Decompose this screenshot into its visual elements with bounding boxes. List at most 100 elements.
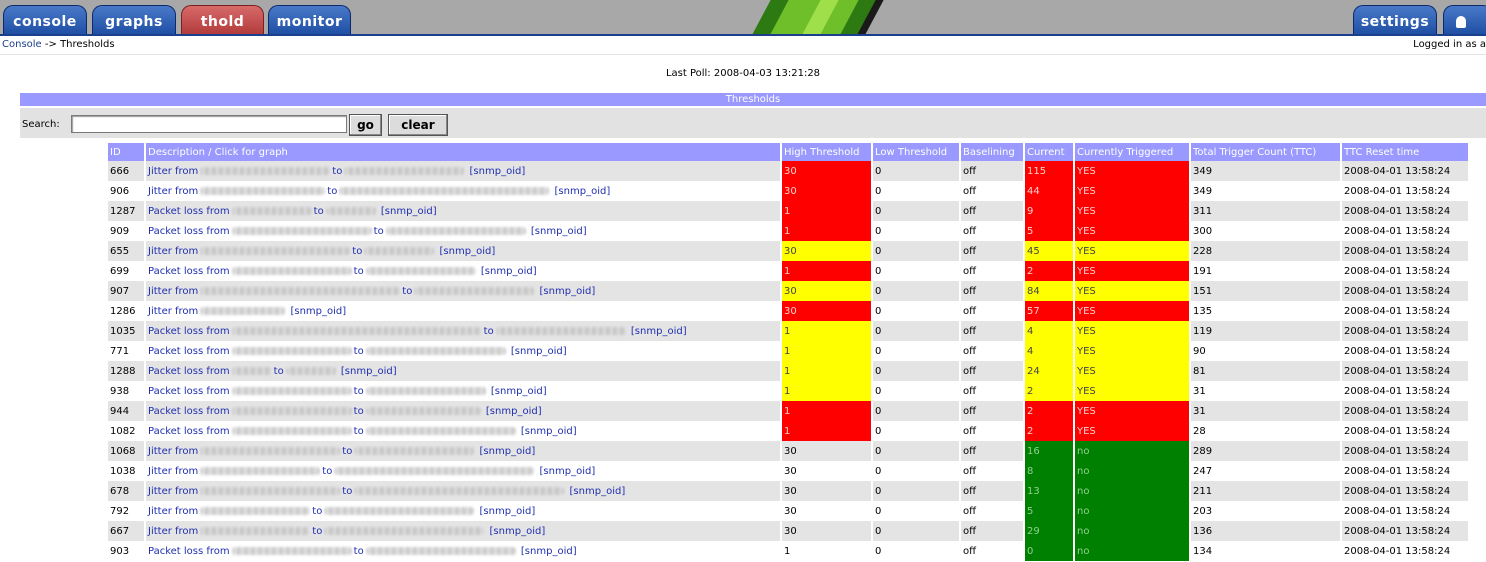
cell-high-threshold: 1 [782, 541, 871, 561]
graph-link[interactable]: Jitter from to [snmp_oid] [148, 526, 545, 537]
cell-id: 1288 [108, 361, 144, 381]
desc-prefix: Jitter from [148, 505, 199, 517]
section-title: Thresholds [725, 94, 781, 105]
graph-link[interactable]: Packet loss from to [snmp_oid] [148, 346, 567, 357]
breadcrumb-console-link[interactable]: Console [2, 39, 42, 50]
cell-baselining: off [961, 161, 1023, 181]
cell-description: Packet loss from to [snmp_oid] [146, 201, 780, 221]
table-row: 1288 Packet loss from to [snmp_oid] 1 0 off 24… [108, 361, 1468, 381]
cell-current: 4 [1025, 321, 1073, 341]
cell-ttc: 134 [1191, 541, 1340, 561]
clear-button[interactable]: clear [388, 114, 448, 136]
redacted-destination [365, 426, 516, 435]
graph-link[interactable]: Jitter from to [snmp_oid] [148, 186, 610, 197]
graph-link[interactable]: Jitter from to [snmp_oid] [148, 486, 625, 497]
graph-link[interactable]: Jitter from to [snmp_oid] [148, 286, 595, 297]
graph-link[interactable]: Packet loss from to [snmp_oid] [148, 406, 542, 417]
column-header-low-threshold[interactable]: Low Threshold [873, 143, 959, 161]
breadcrumb-bar: Console -> Thresholds Logged in as a [0, 36, 1486, 55]
desc-mid: to [353, 405, 364, 417]
column-header-description[interactable]: Description / Click for graph [146, 143, 780, 161]
graph-link[interactable]: Jitter from to [snmp_oid] [148, 466, 595, 477]
redacted-destination [495, 326, 626, 335]
cell-low-threshold: 0 [873, 201, 959, 221]
redacted-source [200, 506, 311, 515]
cell-currently-triggered: YES [1075, 361, 1189, 381]
tab-monitor[interactable]: monitor [268, 5, 351, 35]
desc-suffix: [snmp_oid] [480, 265, 537, 277]
cell-ttc: 81 [1191, 361, 1340, 381]
desc-suffix: [snmp_oid] [340, 365, 397, 377]
graph-link[interactable]: Packet loss from to [snmp_oid] [148, 366, 397, 377]
cell-ttc: 349 [1191, 181, 1340, 201]
graph-link[interactable]: Jitter from to [snmp_oid] [148, 446, 535, 457]
redacted-source [231, 386, 352, 395]
redacted-destination [354, 486, 565, 495]
column-header-id[interactable]: ID [108, 143, 144, 161]
go-button[interactable]: go [349, 114, 382, 136]
column-header-current[interactable]: Current [1025, 143, 1073, 161]
column-header-baselining[interactable]: Baselining [961, 143, 1023, 161]
graph-link[interactable]: Jitter from [snmp_oid] [148, 306, 346, 317]
redacted-source [200, 166, 331, 175]
cell-id: 1035 [108, 321, 144, 341]
user-menu-button[interactable] [1443, 5, 1486, 35]
tab-thold[interactable]: thold [181, 5, 264, 35]
cell-currently-triggered: YES [1075, 421, 1189, 441]
cell-low-threshold: 0 [873, 241, 959, 261]
tab-graphs[interactable]: graphs [92, 5, 176, 35]
desc-prefix: Jitter from [148, 165, 199, 177]
cell-id: 1068 [108, 441, 144, 461]
graph-link[interactable]: Packet loss from to [snmp_oid] [148, 386, 547, 397]
graph-link[interactable]: Packet loss from to [snmp_oid] [148, 546, 577, 557]
graph-link[interactable]: Jitter from to [snmp_oid] [148, 506, 535, 517]
cacti-logo [720, 0, 920, 36]
redacted-source [200, 466, 321, 475]
cell-current: 2 [1025, 381, 1073, 401]
redacted-source [231, 426, 352, 435]
desc-mid: to [342, 445, 353, 457]
cell-baselining: off [961, 341, 1023, 361]
desc-mid: to [353, 345, 364, 357]
cell-description: Packet loss from to [snmp_oid] [146, 421, 780, 441]
redacted-source [231, 226, 372, 235]
graph-link[interactable]: Jitter from to [snmp_oid] [148, 166, 525, 177]
settings-button[interactable]: settings [1353, 5, 1437, 35]
cell-high-threshold: 1 [782, 261, 871, 281]
graph-link[interactable]: Jitter from to [snmp_oid] [148, 246, 495, 257]
table-row: 907 Jitter from to [snmp_oid] 30 0 off 84 YES 15… [108, 281, 1468, 301]
cell-low-threshold: 0 [873, 541, 959, 561]
column-header-ttc-reset-time[interactable]: TTC Reset time [1342, 143, 1468, 161]
cell-low-threshold: 0 [873, 181, 959, 201]
desc-prefix: Packet loss from [148, 225, 230, 237]
tab-console[interactable]: console [3, 5, 87, 35]
search-input[interactable] [71, 115, 347, 133]
graph-link[interactable]: Packet loss from to [snmp_oid] [148, 426, 577, 437]
cell-ttc-reset-time: 2008-04-01 13:58:24 [1342, 301, 1468, 321]
cell-ttc: 119 [1191, 321, 1340, 341]
graph-link[interactable]: Packet loss from to [snmp_oid] [148, 206, 437, 217]
table-row: 666 Jitter from to [snmp_oid] 30 0 off 115 YES 3… [108, 161, 1468, 181]
redacted-destination [365, 406, 481, 415]
desc-prefix: Packet loss from [148, 405, 230, 417]
graph-link[interactable]: Packet loss from to [snmp_oid] [148, 266, 537, 277]
column-header-currently-triggered[interactable]: Currently Triggered [1075, 143, 1189, 161]
cell-current: 45 [1025, 241, 1073, 261]
desc-mid: to [352, 245, 363, 257]
graph-link[interactable]: Packet loss from to [snmp_oid] [148, 226, 587, 237]
cell-current: 5 [1025, 501, 1073, 521]
redacted-source [200, 306, 286, 315]
cell-high-threshold: 1 [782, 221, 871, 241]
desc-mid: to [483, 325, 494, 337]
column-header-ttc[interactable]: Total Trigger Count (TTC) [1191, 143, 1340, 161]
table-row: 792 Jitter from to [snmp_oid] 30 0 off 5 no 203 2… [108, 501, 1468, 521]
cell-currently-triggered: YES [1075, 201, 1189, 221]
cell-low-threshold: 0 [873, 501, 959, 521]
column-header-high-threshold[interactable]: High Threshold [782, 143, 871, 161]
cell-baselining: off [961, 181, 1023, 201]
desc-suffix: [snmp_oid] [539, 465, 596, 477]
cell-currently-triggered: no [1075, 481, 1189, 501]
desc-mid: to [322, 465, 333, 477]
graph-link[interactable]: Packet loss from to [snmp_oid] [148, 326, 687, 337]
cell-baselining: off [961, 541, 1023, 561]
